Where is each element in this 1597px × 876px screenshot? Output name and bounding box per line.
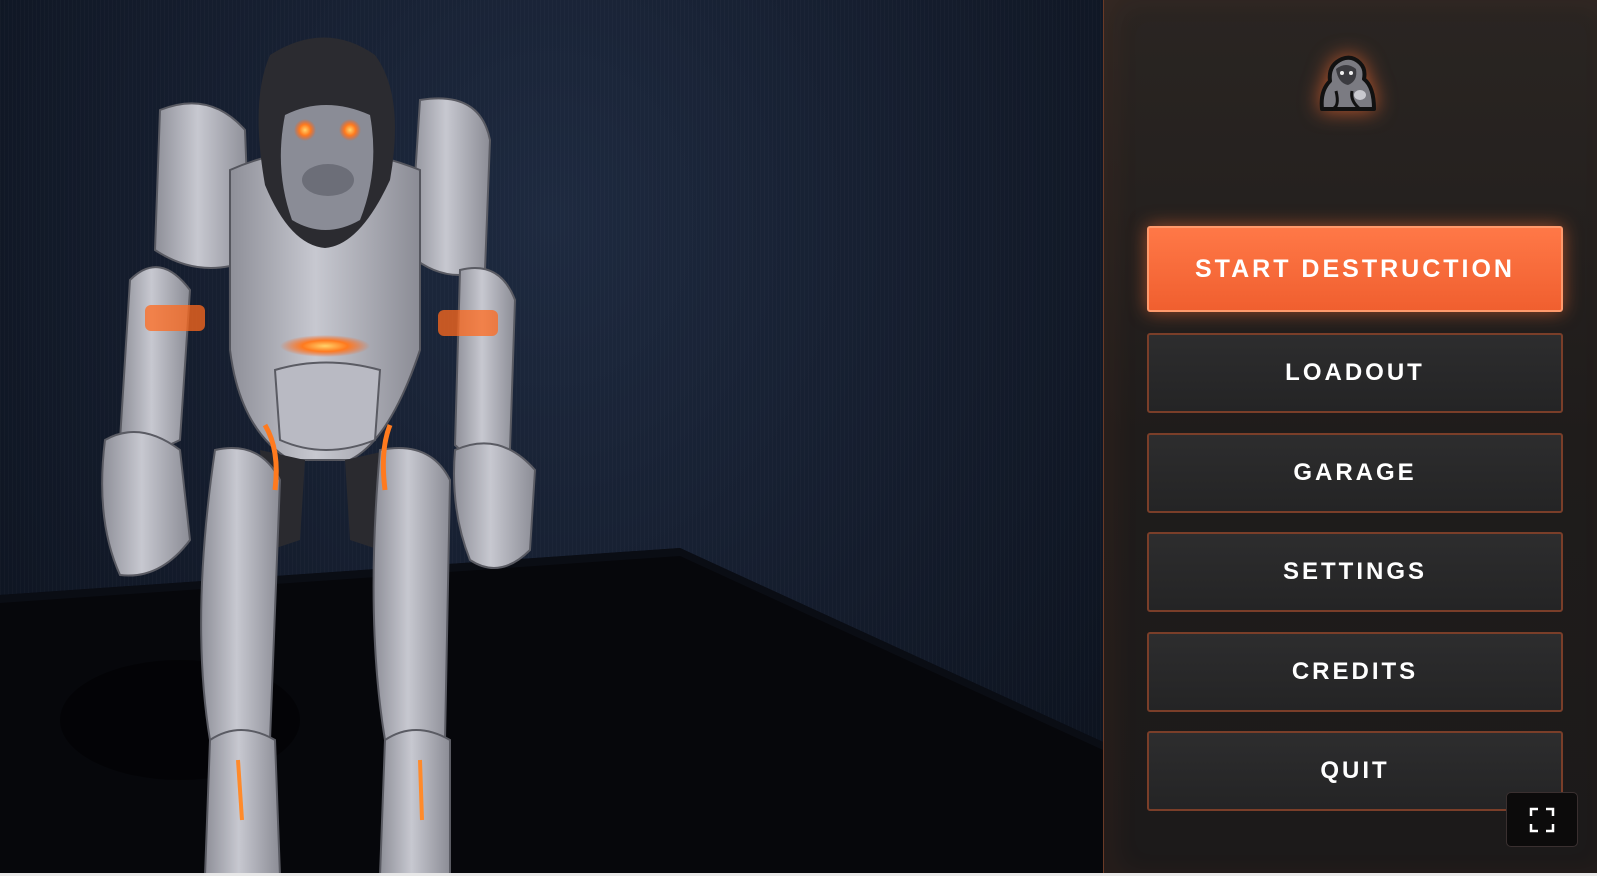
settings-button[interactable]: SETTINGS (1147, 532, 1563, 612)
garage-button[interactable]: GARAGE (1147, 433, 1563, 513)
credits-button[interactable]: CREDITS (1147, 632, 1563, 712)
gorilla-icon (1314, 50, 1380, 116)
quit-button[interactable]: QUIT (1147, 731, 1563, 811)
game-scene-viewport (0, 0, 1103, 876)
robot-gorilla-character (60, 37, 537, 876)
loadout-button[interactable]: LOADOUT (1147, 333, 1563, 413)
fullscreen-icon (1529, 807, 1555, 832)
main-menu-panel: START DESTRUCTION LOADOUT GARAGE SETTING… (1103, 0, 1597, 876)
fullscreen-button[interactable] (1506, 792, 1578, 847)
start-destruction-button[interactable]: START DESTRUCTION (1147, 226, 1563, 312)
